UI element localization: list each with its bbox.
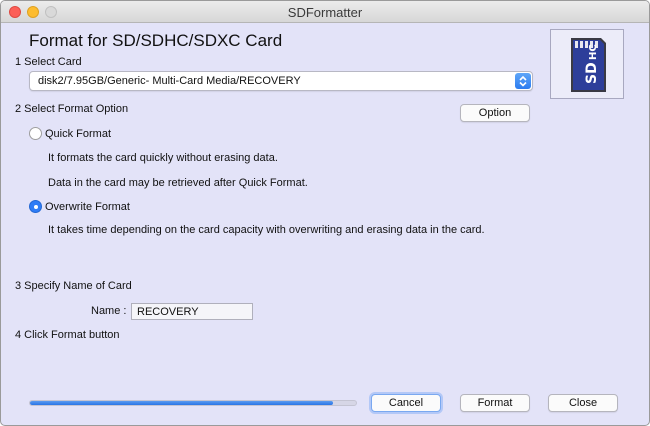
sd-card-logo-frame: SD HC — [550, 29, 624, 99]
close-button[interactable]: Close — [548, 394, 618, 412]
overwrite-format-label[interactable]: Overwrite Format — [45, 201, 130, 213]
overwrite-format-description: It takes time depending on the card capa… — [48, 224, 485, 236]
svg-text:HC: HC — [588, 44, 599, 60]
section-click-format-label: 4 Click Format button — [15, 329, 120, 341]
svg-text:SD: SD — [584, 62, 600, 84]
overwrite-format-radio[interactable] — [29, 200, 42, 213]
title-bar[interactable]: SDFormatter — [1, 1, 649, 23]
section-select-card-label: 1 Select Card — [15, 56, 82, 68]
option-button[interactable]: Option — [460, 104, 530, 122]
format-button[interactable]: Format — [460, 394, 530, 412]
page-title: Format for SD/SDHC/SDXC Card — [29, 31, 283, 50]
sd-hc-card-icon: SD HC — [571, 38, 606, 92]
name-field-label: Name : — [91, 305, 127, 317]
card-name-input[interactable] — [131, 303, 253, 320]
quick-format-label[interactable]: Quick Format — [45, 128, 111, 140]
card-select-value: disk2/7.95GB/Generic- Multi-Card Media/R… — [38, 75, 301, 87]
format-progress-bar — [29, 400, 357, 406]
format-progress-fill — [30, 401, 334, 405]
quick-format-description: It formats the card quickly without eras… — [48, 152, 278, 164]
section-format-option-label: 2 Select Format Option — [15, 103, 129, 115]
cancel-button[interactable]: Cancel — [371, 394, 441, 412]
quick-format-note: Data in the card may be retrieved after … — [48, 177, 308, 189]
quick-format-radio[interactable] — [29, 127, 42, 140]
section-card-name-label: 3 Specify Name of Card — [15, 280, 132, 292]
window-title: SDFormatter — [287, 5, 363, 20]
updown-chevron-icon[interactable] — [515, 73, 531, 89]
card-select-dropdown[interactable]: disk2/7.95GB/Generic- Multi-Card Media/R… — [29, 71, 533, 91]
sdformatter-window: SDFormatter Format for SD/SDHC/SDXC Card… — [0, 0, 650, 426]
